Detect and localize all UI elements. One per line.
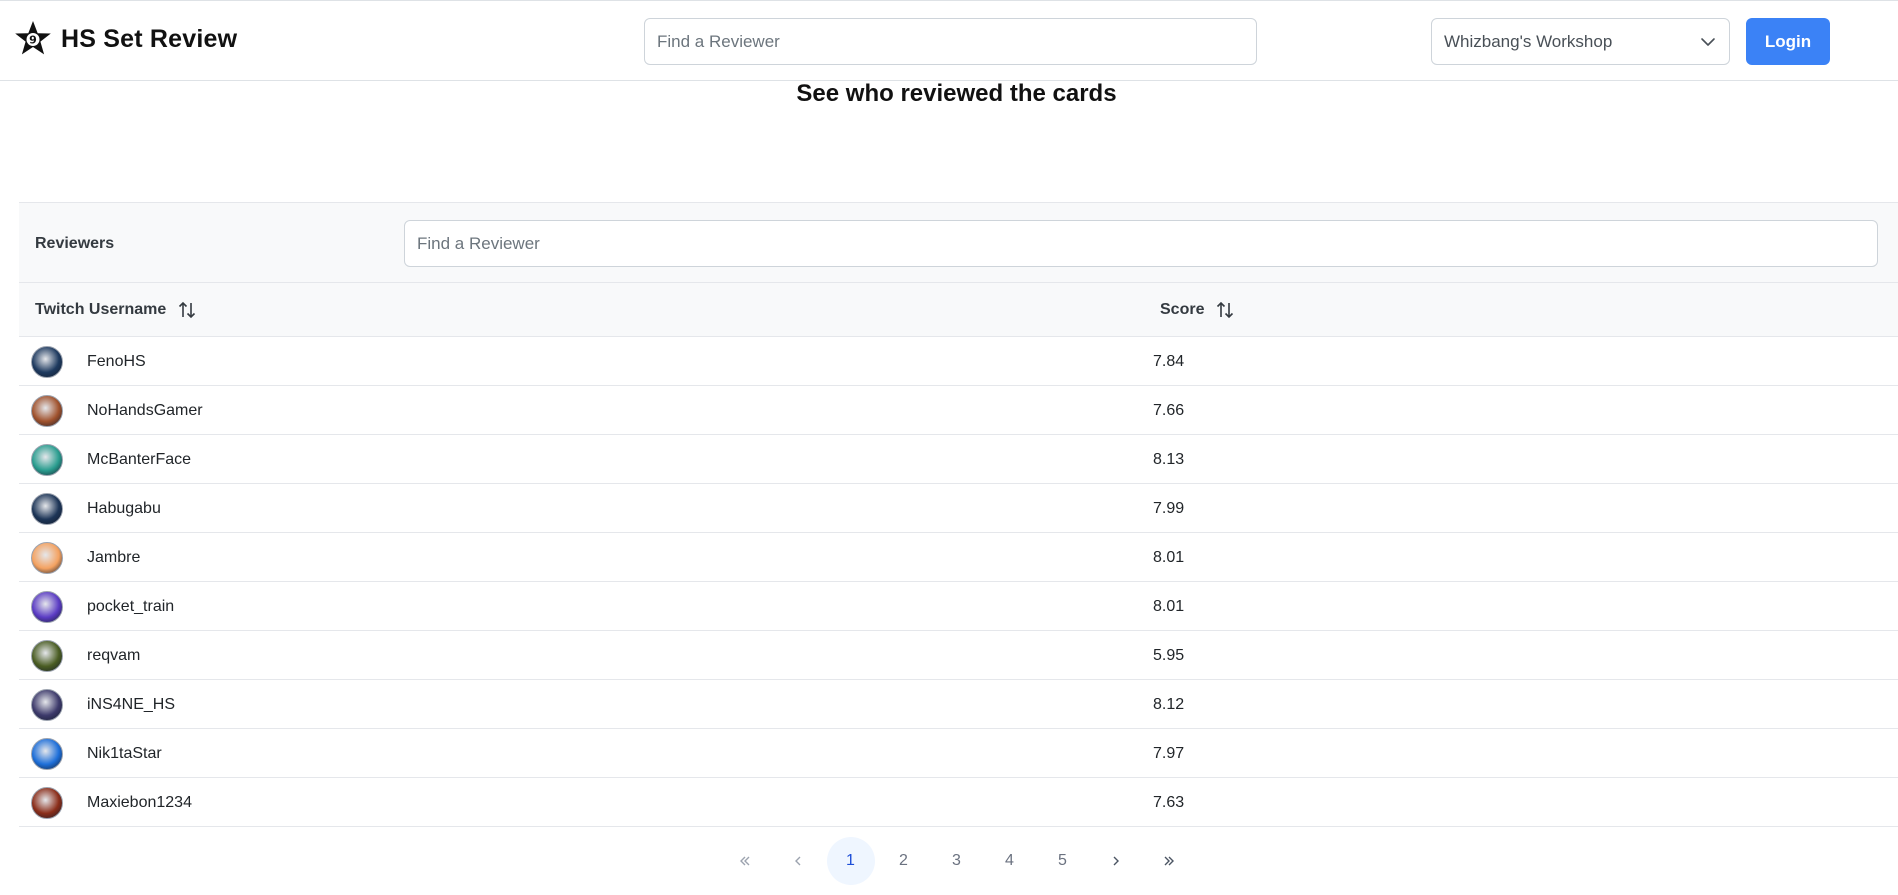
chevron-left-icon <box>794 856 800 866</box>
page-numbers: 12345 <box>824 837 1089 885</box>
table-row[interactable]: reqvam 5.95 <box>19 631 1898 680</box>
chevrons-left-icon <box>739 856 749 866</box>
table-row[interactable]: Nik1taStar 7.97 <box>19 729 1898 778</box>
avatar <box>31 640 63 672</box>
avatar <box>31 542 63 574</box>
svg-text:9: 9 <box>29 34 37 47</box>
set-select-dropdown[interactable]: Whizbang's Workshop <box>1431 18 1730 65</box>
top-navbar: 9 HS Set Review Whizbang's Workshop Logi… <box>0 0 1898 81</box>
login-button[interactable]: Login <box>1746 18 1830 65</box>
prev-page-button[interactable] <box>774 837 822 885</box>
avatar <box>31 591 63 623</box>
chevrons-right-icon <box>1164 856 1174 866</box>
avatar <box>31 689 63 721</box>
table-row[interactable]: McBanterFace 8.13 <box>19 435 1898 484</box>
reviewer-username[interactable]: reqvam <box>87 631 140 680</box>
page-number-button[interactable]: 2 <box>880 837 928 885</box>
page-number-button[interactable]: 3 <box>933 837 981 885</box>
table-row[interactable]: pocket_train 8.01 <box>19 582 1898 631</box>
reviewer-score: 8.01 <box>1153 549 1185 566</box>
sort-icon <box>179 301 196 319</box>
set-select-value: Whizbang's Workshop <box>1444 31 1613 51</box>
reviewer-score: 7.99 <box>1153 500 1185 517</box>
last-page-button[interactable] <box>1145 837 1193 885</box>
reviewer-username[interactable]: pocket_train <box>87 582 174 631</box>
reviewer-username[interactable]: Nik1taStar <box>87 729 162 778</box>
page-number-button[interactable]: 1 <box>826 837 875 885</box>
reviewer-username[interactable]: Maxiebon1234 <box>87 778 192 827</box>
page-title: See who reviewed the cards <box>796 80 1117 107</box>
reviewers-table-header: Reviewers <box>19 202 1898 283</box>
brand[interactable]: 9 HS Set Review <box>13 19 237 59</box>
reviewers-label: Reviewers <box>35 235 115 252</box>
first-page-button[interactable] <box>721 837 769 885</box>
page-number-button[interactable]: 4 <box>986 837 1034 885</box>
reviewer-score: 7.84 <box>1153 353 1185 370</box>
reviewer-username[interactable]: NoHandsGamer <box>87 386 203 435</box>
header-search-input[interactable] <box>644 18 1257 65</box>
table-row[interactable]: FenoHS 7.84 <box>19 337 1898 386</box>
reviewer-search-input[interactable] <box>404 220 1878 267</box>
reviewer-username[interactable]: Habugabu <box>87 484 161 533</box>
reviewer-username[interactable]: FenoHS <box>87 337 146 386</box>
table-row[interactable]: Maxiebon1234 7.63 <box>19 778 1898 827</box>
sort-icon <box>1217 301 1234 319</box>
reviewer-score: 8.12 <box>1153 696 1185 713</box>
reviewer-username[interactable]: Jambre <box>87 533 140 582</box>
column-header-row: Twitch Username Score <box>19 283 1898 337</box>
reviewer-score: 8.13 <box>1153 451 1185 468</box>
avatar <box>31 346 63 378</box>
reviewer-score: 7.97 <box>1153 745 1185 762</box>
avatar <box>31 444 63 476</box>
avatar <box>31 787 63 819</box>
app-title: HS Set Review <box>61 24 238 53</box>
reviewer-score: 7.66 <box>1153 402 1185 419</box>
reviewer-score: 5.95 <box>1153 647 1185 664</box>
reviewer-username[interactable]: iNS4NE_HS <box>87 680 175 729</box>
next-page-button[interactable] <box>1092 837 1140 885</box>
reviewer-username[interactable]: McBanterFace <box>87 435 191 484</box>
table-row[interactable]: Jambre 8.01 <box>19 533 1898 582</box>
reviewer-score: 7.63 <box>1153 794 1185 811</box>
avatar <box>31 493 63 525</box>
column-header-score[interactable]: Score <box>1160 283 1234 337</box>
column-header-username-label: Twitch Username <box>35 301 167 318</box>
reviewers-table: Reviewers Twitch Username Score FenoHS 7.… <box>19 202 1898 827</box>
chevron-down-icon <box>1701 37 1715 46</box>
star-logo-icon: 9 <box>15 21 51 55</box>
table-row[interactable]: iNS4NE_HS 8.12 <box>19 680 1898 729</box>
reviewers-table-body: FenoHS 7.84 NoHandsGamer 7.66 McBanterFace 8.… <box>19 337 1898 827</box>
avatar <box>31 395 63 427</box>
reviewer-score: 8.01 <box>1153 598 1185 615</box>
column-header-username[interactable]: Twitch Username <box>35 283 196 337</box>
pagination: 12345 <box>0 837 1898 885</box>
table-row[interactable]: Habugabu 7.99 <box>19 484 1898 533</box>
avatar <box>31 738 63 770</box>
page-number-button[interactable]: 5 <box>1039 837 1087 885</box>
chevron-right-icon <box>1113 856 1119 866</box>
column-header-score-label: Score <box>1160 301 1205 318</box>
table-row[interactable]: NoHandsGamer 7.66 <box>19 386 1898 435</box>
